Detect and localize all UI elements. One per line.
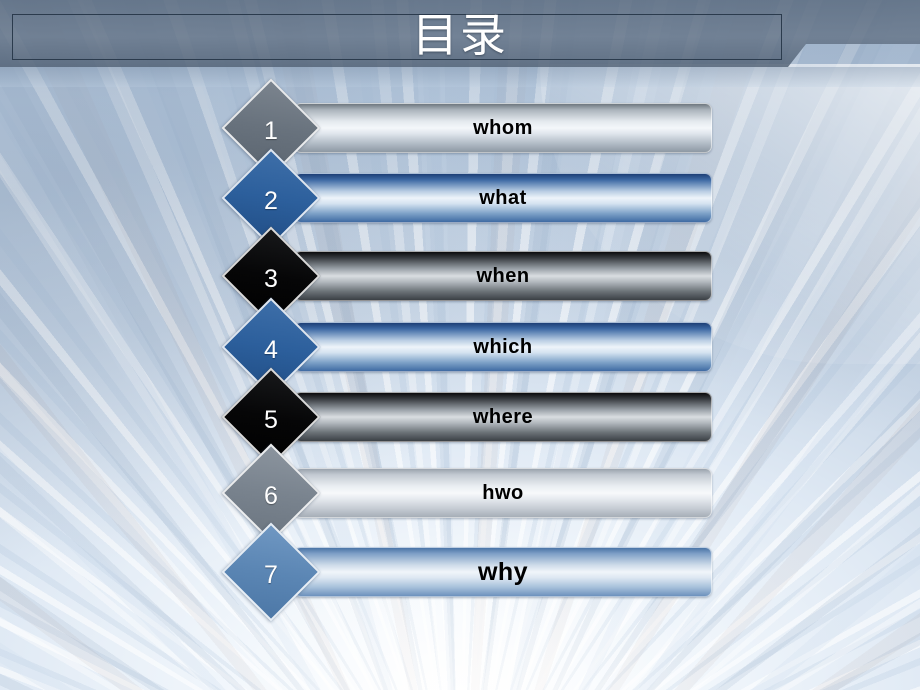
contents-item-number: 7 — [264, 560, 278, 589]
contents-item-bar[interactable]: which — [294, 322, 712, 372]
contents-item-label: whom — [473, 116, 533, 139]
contents-item[interactable]: whom 1 — [221, 78, 716, 178]
contents-item-number: 2 — [264, 186, 278, 215]
contents-item-number: 6 — [264, 481, 278, 510]
contents-item-bar[interactable]: when — [294, 251, 712, 301]
contents-item[interactable]: what 2 — [221, 148, 716, 248]
contents-item-label: what — [479, 186, 527, 209]
contents-item[interactable]: hwo 6 — [221, 443, 716, 543]
contents-item-number-badge[interactable]: 7 — [221, 522, 321, 622]
contents-item[interactable]: which 4 — [221, 297, 716, 397]
contents-item-bar[interactable]: hwo — [294, 468, 712, 518]
contents-item-bar[interactable]: whom — [294, 103, 712, 153]
contents-item-bar[interactable]: what — [294, 173, 712, 223]
contents-item-bar[interactable]: where — [294, 392, 712, 442]
contents-item-bar[interactable]: why — [294, 547, 712, 597]
contents-item-label: why — [477, 557, 529, 586]
contents-item-label: when — [476, 264, 530, 287]
contents-item-label: which — [473, 335, 533, 358]
contents-item-label: where — [472, 405, 534, 428]
contents-list: whom 1 what 2 when 3 which 4 where 5 hwo 6 why 7 — [0, 0, 920, 690]
contents-item-label: hwo — [482, 481, 524, 504]
contents-item[interactable]: why 7 — [221, 522, 716, 622]
contents-item[interactable]: where 5 — [221, 367, 716, 467]
presentation-slide: 目录 whom 1 what 2 when 3 which 4 where 5 hwo 6 why 7 — [0, 0, 920, 690]
contents-item[interactable]: when 3 — [221, 226, 716, 326]
